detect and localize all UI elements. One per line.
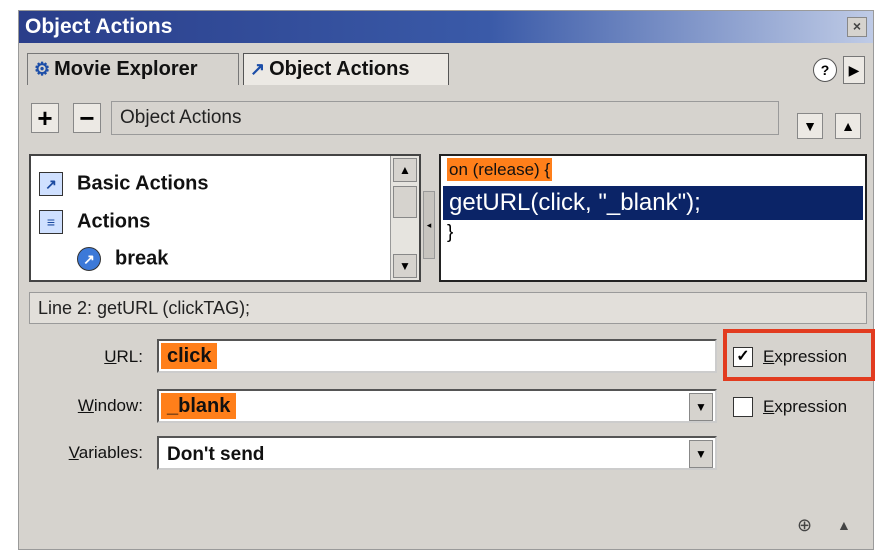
variables-label: Variables: (68, 443, 143, 462)
movie-explorer-icon: ⚙ (34, 59, 51, 79)
scroll-up-icon[interactable]: ▲ (393, 158, 417, 182)
url-label: URL: (104, 347, 143, 366)
tab-movie-explorer[interactable]: ⚙ Movie Explorer (27, 53, 239, 85)
move-up-arrow-icon[interactable]: ▲ (835, 113, 861, 139)
url-field[interactable]: click (157, 339, 717, 373)
script-line-2-selected[interactable]: getURL(click, "_blank"); (443, 186, 863, 220)
list-item-break[interactable]: ↗ break (77, 247, 168, 271)
object-actions-panel: Object Actions × ⚙ Movie Explorer ↗ Object… (18, 10, 875, 550)
close-button[interactable]: × (847, 17, 867, 37)
pane-splitter[interactable]: ◂ (423, 191, 435, 259)
variables-select[interactable]: Don't send ▼ (157, 436, 717, 470)
move-down-arrow-icon[interactable]: ▼ (797, 113, 823, 139)
collapse-icon[interactable]: ▲ (837, 517, 851, 533)
url-value: click (161, 343, 218, 369)
window-value: _blank (161, 393, 237, 419)
action-icon: ↗ (77, 247, 101, 271)
window-title: Object Actions (25, 15, 173, 38)
panel-menu-arrow-icon[interactable]: ▶ (843, 56, 865, 84)
script-line-3[interactable]: } (447, 222, 453, 244)
tab-label: Movie Explorer (54, 58, 198, 80)
script-line-1-text: on (release) { (447, 158, 553, 181)
list-item-label: Actions (77, 210, 151, 233)
object-actions-icon: ↗ (250, 59, 266, 79)
target-icon[interactable]: ⊕ (797, 515, 812, 536)
book-icon: ↗ (39, 172, 63, 196)
list-item-basic-actions[interactable]: ↗ Basic Actions (39, 172, 209, 196)
window-expression-label: Expression (763, 397, 848, 416)
chevron-down-icon[interactable]: ▼ (689, 393, 713, 421)
variables-value: Don't send (167, 444, 265, 465)
script-pane[interactable]: on (release) { getURL(click, "_blank"); … (439, 154, 867, 282)
line-status: Line 2: getURL (clickTAG); (29, 292, 867, 324)
window-field[interactable]: _blank ▼ (157, 389, 717, 423)
scroll-down-icon[interactable]: ▼ (393, 254, 417, 278)
list-item-actions[interactable]: ≡ Actions (39, 210, 150, 234)
window-label: Window: (77, 396, 143, 415)
list-item-label: Basic Actions (77, 172, 209, 195)
script-line-1[interactable]: on (release) { (447, 158, 553, 181)
list-item-label: break (115, 247, 169, 270)
add-action-button[interactable]: + (31, 103, 59, 133)
remove-action-button[interactable]: − (73, 103, 101, 133)
actions-dropdown[interactable]: Object Actions (111, 101, 779, 135)
scroll-thumb[interactable] (393, 186, 417, 218)
tab-label: Object Actions (269, 58, 410, 80)
list-scrollbar[interactable]: ▲ ▼ (390, 156, 419, 280)
actions-toolbox-list[interactable]: ↗ Basic Actions ≡ Actions ↗ break ▲ ▼ (29, 154, 421, 282)
callout-highlight (723, 329, 875, 381)
tab-object-actions[interactable]: ↗ Object Actions (243, 53, 449, 85)
chevron-down-icon[interactable]: ▼ (689, 440, 713, 468)
window-expression-checkbox[interactable] (733, 397, 753, 417)
title-bar: Object Actions × (19, 11, 873, 43)
book-icon: ≡ (39, 210, 63, 234)
help-button[interactable]: ? (813, 58, 837, 82)
